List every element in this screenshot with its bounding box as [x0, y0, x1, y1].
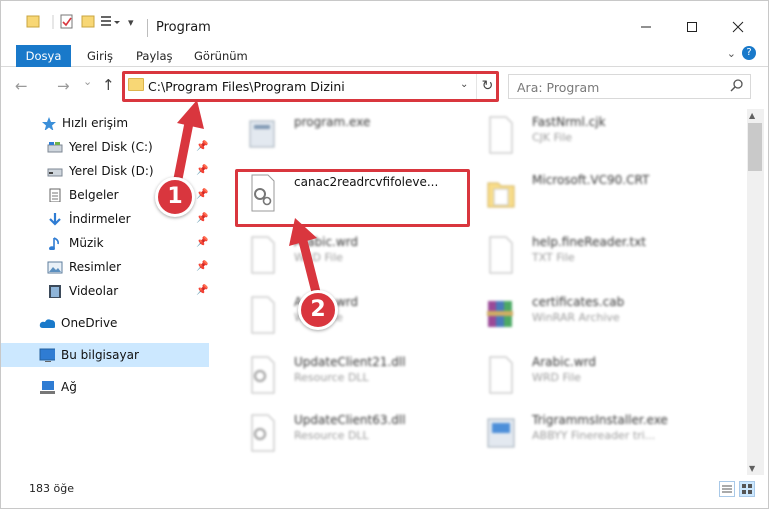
step-badge-2: 2 [298, 290, 338, 330]
step-badge-1: 1 [155, 177, 195, 217]
explorer-window: ▾ Program Dosya Giriş Paylaş Görünüm ⌄ ?… [0, 0, 769, 509]
annotation-arrows [171, 100, 324, 309]
arrow-1 [171, 100, 204, 194]
